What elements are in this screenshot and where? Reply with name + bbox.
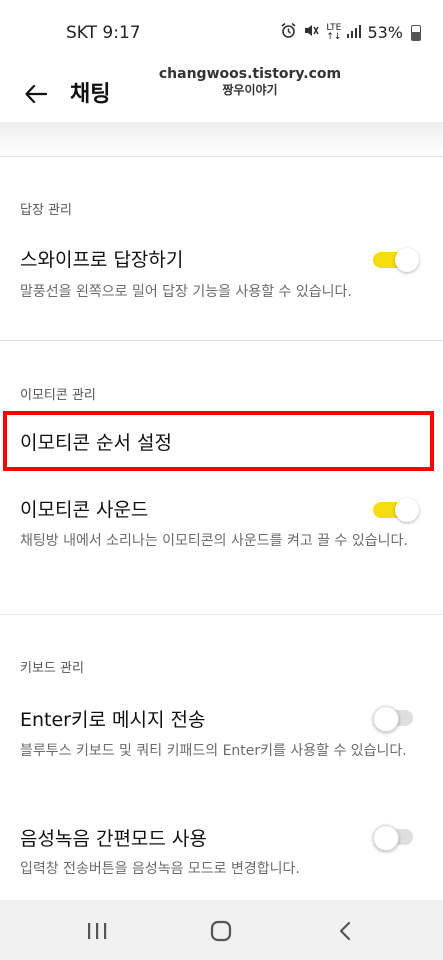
swipe-reply-toggle[interactable] [373, 246, 419, 272]
toggle-thumb [373, 706, 399, 732]
voice-simple-desc: 입력창 전송버튼을 음성녹음 모드로 변경합니다. [20, 861, 300, 877]
scroll-shadow [0, 122, 443, 158]
nav-bar [0, 900, 443, 960]
enter-send-desc: 블루투스 키보드 및 쿼티 키패드의 Enter키를 사용할 수 있습니다. [20, 743, 407, 759]
back-arrow-icon[interactable] [18, 76, 54, 112]
recents-icon[interactable] [82, 916, 112, 946]
emoticon-sound-title: 이모티콘 사운드 [20, 499, 149, 521]
divider [0, 340, 443, 341]
home-icon[interactable] [206, 916, 236, 946]
lte-indicator: LTE ↑↓ [326, 22, 342, 42]
mute-icon [303, 22, 320, 43]
divider [0, 156, 443, 157]
swipe-reply-title: 스와이프로 답장하기 [20, 249, 184, 271]
status-icons: LTE ↑↓ 53% [280, 22, 421, 43]
app-bar: 채팅 changwoos.tistory.com 짱우이야기 [0, 66, 443, 122]
section-header-reply: 답장 관리 [20, 203, 72, 218]
voice-simple-title: 음성녹음 간편모드 사용 [20, 828, 207, 850]
back-nav-icon[interactable] [330, 916, 360, 946]
emoticon-sound-toggle[interactable] [373, 496, 419, 522]
watermark: changwoos.tistory.com 짱우이야기 [152, 66, 348, 98]
alarm-icon [280, 22, 297, 43]
toggle-thumb [395, 248, 419, 272]
voice-simple-toggle[interactable] [373, 823, 419, 851]
battery-percent: 53% [367, 23, 403, 42]
swipe-reply-desc: 말풍선을 왼쪽으로 밀어 답장 기능을 사용할 수 있습니다. [20, 284, 352, 300]
toggle-thumb [373, 825, 399, 851]
battery-icon [411, 24, 421, 41]
section-header-keyboard: 키보드 관리 [20, 661, 84, 676]
enter-send-toggle[interactable] [373, 704, 419, 732]
toggle-thumb [395, 498, 419, 522]
section-header-emoticon: 이모티콘 관리 [20, 388, 96, 403]
watermark-name: 짱우이야기 [222, 83, 278, 97]
enter-send-title: Enter키로 메시지 전송 [20, 709, 206, 731]
signal-icon [347, 23, 362, 42]
divider [0, 614, 443, 615]
emoticon-sound-desc: 채팅방 내에서 소리나는 이모티콘의 사운드를 켜고 끌 수 있습니다. [20, 533, 408, 549]
highlight-box [3, 411, 434, 471]
status-bar: SKT 9:17 LTE ↑↓ 53% [0, 0, 443, 66]
status-carrier-time: SKT 9:17 [66, 23, 141, 43]
page-title: 채팅 [70, 82, 111, 107]
watermark-url: changwoos.tistory.com [158, 66, 342, 82]
